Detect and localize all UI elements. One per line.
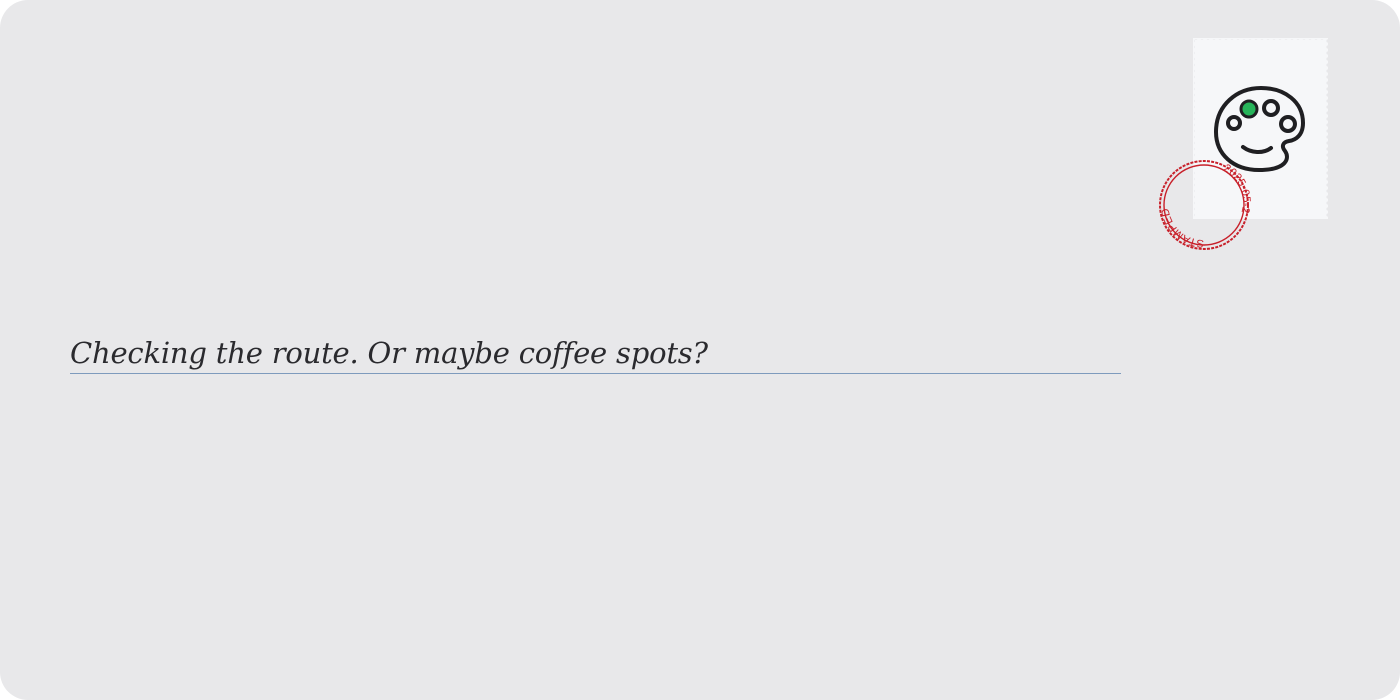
postmark-stamp: STAMPED 2025-05-2: [1159, 160, 1251, 250]
message-line: Checking the route. Or maybe coffee spot…: [70, 330, 1121, 374]
message-text: Checking the route. Or maybe coffee spot…: [70, 336, 708, 370]
postmark-label: STAMPED: [1160, 207, 1205, 249]
palette-green-dot: [1239, 99, 1259, 119]
postmark-date: 2025-05-2: [1221, 162, 1251, 214]
envelope-card: Checking the route. Or maybe coffee spot…: [0, 0, 1400, 700]
